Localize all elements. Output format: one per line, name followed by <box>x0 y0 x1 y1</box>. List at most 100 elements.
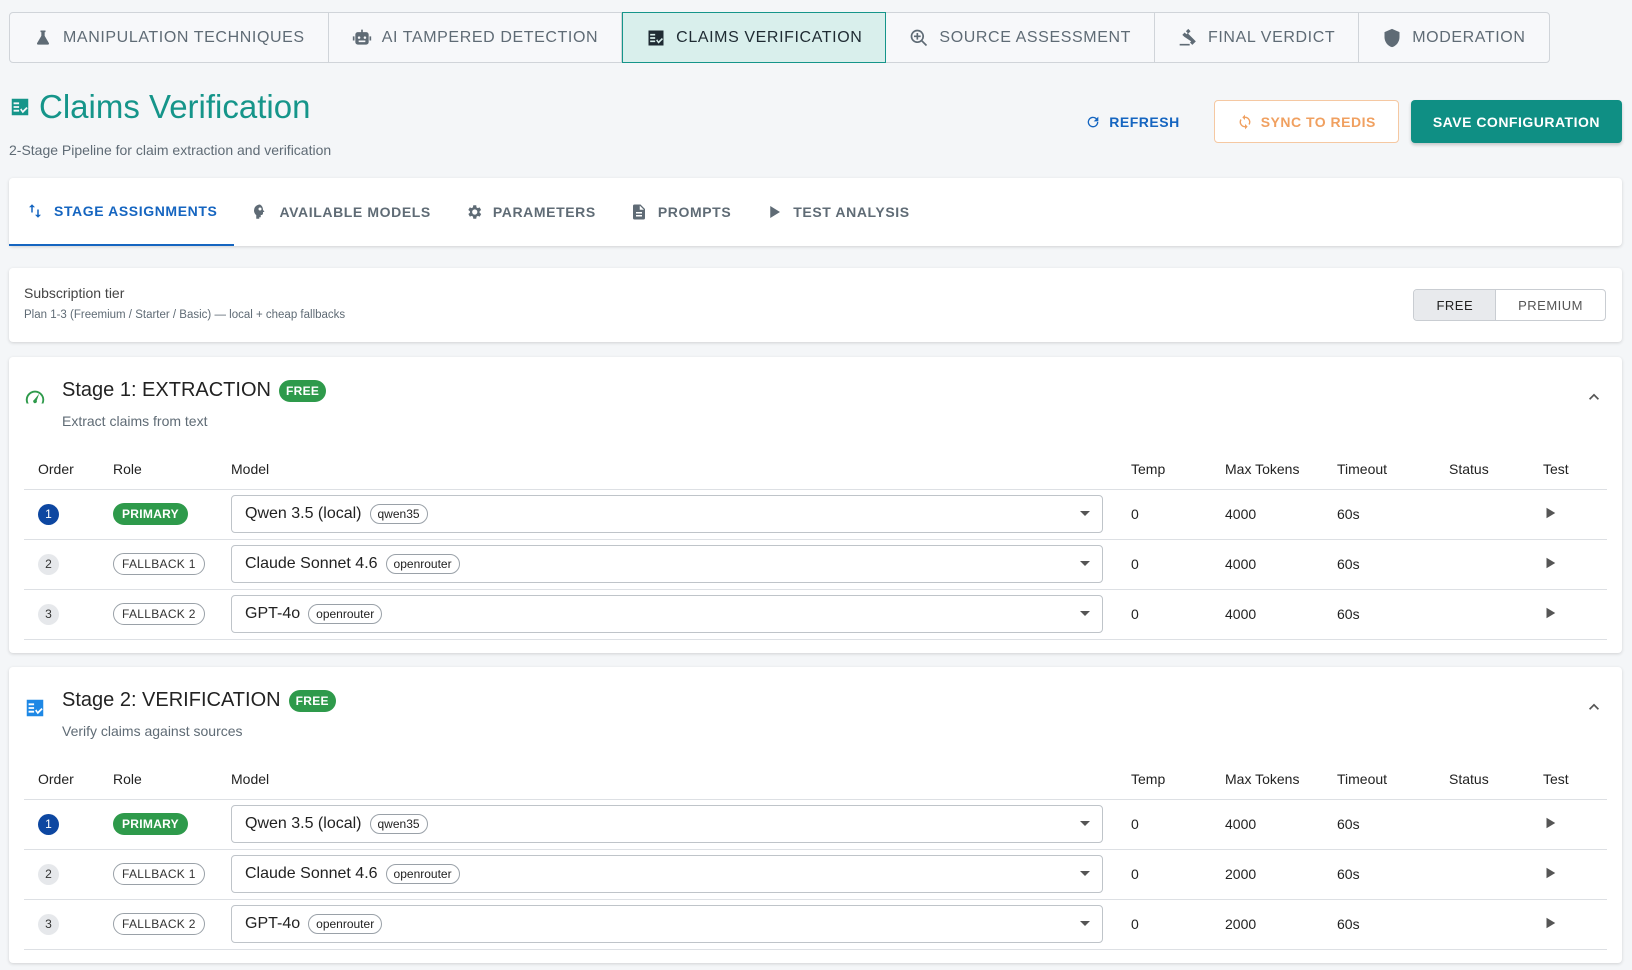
tab-available-models[interactable]: AVAILABLE MODELS <box>234 178 447 246</box>
model-name: Claude Sonnet 4.6 <box>245 865 378 882</box>
temp-cell: 0 <box>1117 539 1211 590</box>
dropdown-caret-icon <box>1080 611 1090 616</box>
tier-description: Plan 1-3 (Freemium / Starter / Basic) — … <box>24 309 346 321</box>
play-icon[interactable] <box>1543 606 1557 620</box>
tab-moderation[interactable]: MODERATION <box>1359 13 1548 62</box>
tab-final-verdict[interactable]: FINAL VERDICT <box>1155 13 1360 62</box>
tab-manipulation-techniques[interactable]: MANIPULATION TECHNIQUES <box>10 13 329 62</box>
table-row: 1 PRIMARY Qwen 3.5 (local) qwen35 0 4000 60s <box>24 799 1607 850</box>
column-header: Temp <box>1117 449 1211 490</box>
column-header: Temp <box>1117 759 1211 800</box>
tab-label: SOURCE ASSESSMENT <box>939 28 1131 46</box>
model-select[interactable]: GPT-4o openrouter <box>231 905 1103 943</box>
tab-label: MANIPULATION TECHNIQUES <box>63 28 305 46</box>
model-select[interactable]: Claude Sonnet 4.6 openrouter <box>231 545 1103 583</box>
stage-description: Verify claims against sources <box>62 723 243 739</box>
tab-label: AI TAMPERED DETECTION <box>381 28 599 46</box>
play-icon[interactable] <box>1543 556 1557 570</box>
flask-icon <box>36 30 50 45</box>
timeout-cell: 60s <box>1323 489 1435 540</box>
tier-label: Subscription tier <box>24 285 125 301</box>
status-cell <box>1435 489 1529 540</box>
page-title: Claims Verification <box>39 88 311 125</box>
provider-chip: openrouter <box>385 864 460 884</box>
status-cell <box>1435 589 1529 640</box>
tab-source-assessment[interactable]: SOURCE ASSESSMENT <box>886 13 1155 62</box>
order-cell: 3 <box>24 899 99 950</box>
column-header: Test <box>1529 759 1607 800</box>
tier-badge: FREE <box>288 689 336 712</box>
save-configuration-button[interactable]: SAVE CONFIGURATION <box>1410 100 1622 143</box>
tab-label: PROMPTS <box>657 204 732 220</box>
order-cell: 2 <box>24 849 99 900</box>
role-badge: FALLBACK 2 <box>113 913 205 935</box>
stage-model-table: Order Role Model Temp Max Tokens Timeout Statu… <box>24 449 1607 640</box>
speedometer-icon <box>25 390 45 404</box>
stage-title: Stage 2: VERIFICATION <box>62 689 281 711</box>
order-number: 3 <box>38 603 59 625</box>
tab-prompts[interactable]: PROMPTS <box>613 178 748 246</box>
play-icon[interactable] <box>1543 506 1557 520</box>
column-header: Test <box>1529 449 1607 490</box>
tab-claims-verification[interactable]: CLAIMS VERIFICATION <box>622 12 887 63</box>
tab-label: PARAMETERS <box>492 204 596 220</box>
chevron-up-icon[interactable] <box>1584 697 1604 717</box>
tier-option-premium[interactable]: PREMIUM <box>1496 290 1605 320</box>
tier-option-free[interactable]: FREE <box>1414 290 1497 320</box>
timeout-cell: 60s <box>1323 539 1435 590</box>
tab-test-analysis[interactable]: TEST ANALYSIS <box>748 178 926 246</box>
model-cell: GPT-4o openrouter <box>217 589 1117 640</box>
play-icon <box>770 206 781 218</box>
test-cell <box>1529 539 1607 590</box>
tab-label: STAGE ASSIGNMENTS <box>54 203 218 219</box>
tab-ai-tampered-detection[interactable]: AI TAMPERED DETECTION <box>329 13 623 62</box>
max-tokens-cell: 4000 <box>1211 799 1323 850</box>
stage-card-verification: Stage 2: VERIFICATION FREE Verify claims… <box>9 667 1622 963</box>
role-badge: FALLBACK 1 <box>113 553 205 575</box>
sync-to-redis-button[interactable]: SYNC TO REDIS <box>1213 100 1399 143</box>
test-cell <box>1529 799 1607 850</box>
column-header: Timeout <box>1323 759 1435 800</box>
column-header: Status <box>1435 759 1529 800</box>
play-icon[interactable] <box>1543 916 1557 930</box>
page-header: Claims Verification 2-Stage Pipeline for… <box>9 88 331 158</box>
page-subtitle: 2-Stage Pipeline for claim extraction an… <box>9 142 332 158</box>
table-row: 1 PRIMARY Qwen 3.5 (local) qwen35 0 4000 60s <box>24 489 1607 540</box>
tier-toggle: FREE PREMIUM <box>1413 289 1606 321</box>
tab-stage-assignments[interactable]: STAGE ASSIGNMENTS <box>9 178 235 246</box>
timeout-cell: 60s <box>1323 799 1435 850</box>
tab-label: FINAL VERDICT <box>1208 28 1336 46</box>
model-name: Qwen 3.5 (local) <box>245 815 362 832</box>
model-select[interactable]: Qwen 3.5 (local) qwen35 <box>231 495 1103 533</box>
tab-parameters[interactable]: PARAMETERS <box>448 178 613 246</box>
save-label: SAVE CONFIGURATION <box>1432 113 1600 130</box>
gavel-icon <box>1179 28 1196 45</box>
model-name: Claude Sonnet 4.6 <box>245 555 378 572</box>
column-header: Max Tokens <box>1211 449 1323 490</box>
model-select[interactable]: GPT-4o openrouter <box>231 595 1103 633</box>
sync-icon <box>1239 114 1251 129</box>
tab-label: AVAILABLE MODELS <box>279 204 431 220</box>
model-select[interactable]: Qwen 3.5 (local) qwen35 <box>231 805 1103 843</box>
play-icon[interactable] <box>1543 816 1557 830</box>
role-badge: FALLBACK 2 <box>113 603 205 625</box>
role-cell: FALLBACK 1 <box>99 849 217 900</box>
play-icon[interactable] <box>1543 866 1557 880</box>
test-cell <box>1529 489 1607 540</box>
shield-icon <box>1384 28 1400 47</box>
timeout-cell: 60s <box>1323 589 1435 640</box>
module-nav: MANIPULATION TECHNIQUES AI TAMPERED DETE… <box>9 12 1550 63</box>
column-header: Model <box>217 449 1117 490</box>
provider-chip: openrouter <box>308 914 383 934</box>
order-cell: 1 <box>24 489 99 540</box>
max-tokens-cell: 4000 <box>1211 489 1323 540</box>
role-badge: PRIMARY <box>113 813 188 835</box>
order-cell: 2 <box>24 539 99 590</box>
refresh-button[interactable]: REFRESH <box>1063 100 1201 143</box>
model-name: GPT-4o <box>245 915 301 932</box>
checklist-icon <box>26 699 44 717</box>
table-row: 2 FALLBACK 1 Claude Sonnet 4.6 openrouter 0 4… <box>24 539 1607 590</box>
model-select[interactable]: Claude Sonnet 4.6 openrouter <box>231 855 1103 893</box>
chevron-up-icon[interactable] <box>1584 387 1604 407</box>
search-globe-icon <box>911 29 928 46</box>
